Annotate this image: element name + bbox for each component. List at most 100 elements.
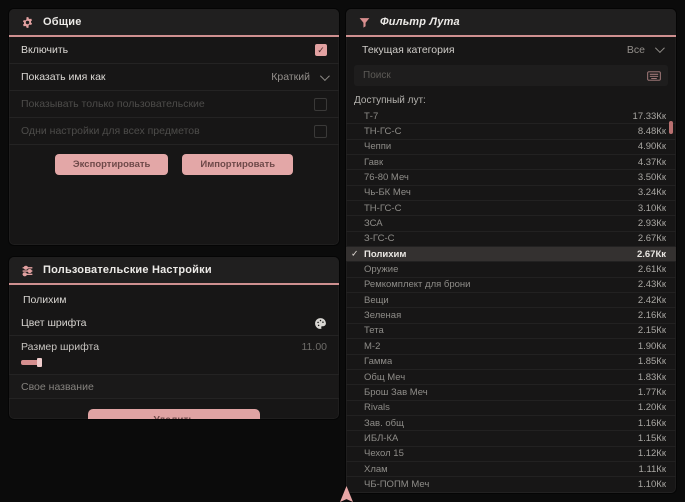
same-settings-checkbox[interactable] xyxy=(314,124,327,138)
loot-list-item[interactable]: Гамма 1.85Кк xyxy=(346,355,676,370)
name-mode-select[interactable]: Краткий xyxy=(271,70,330,83)
loot-item-name: Вещи xyxy=(364,294,389,306)
loot-item-value: 2.93Кк xyxy=(637,218,666,230)
import-button[interactable]: Импортировать xyxy=(182,154,294,175)
loot-list: Т-7 17.33Кк ТН-ГС-С 8.48Кк Чеппи 4.90Кк Гавк 4.… xyxy=(346,109,676,493)
loot-item-value: 3.50Кк xyxy=(637,172,666,184)
loot-list-item[interactable]: Чеппи 4.90Кк xyxy=(346,140,676,156)
search-input[interactable] xyxy=(361,69,641,82)
loot-list-item[interactable]: Брош Зав Меч 1.77Кк xyxy=(346,385,676,401)
loot-list-item[interactable]: Оружие 2.61Кк xyxy=(346,262,676,278)
loot-list-item[interactable]: ИБЛ-КА 1.15Кк xyxy=(346,431,676,447)
loot-list-item[interactable]: ЗСА 2.93Кк xyxy=(346,216,676,232)
delete-row: Удалить xyxy=(9,399,339,419)
loot-list-item[interactable]: М-2 1.90Кк xyxy=(346,339,676,355)
export-button[interactable]: Экспортировать xyxy=(54,154,169,175)
loot-item-value: 1.85Кк xyxy=(637,356,666,368)
loot-item-name: Чеппи xyxy=(364,141,392,153)
loot-item-name: Оружие xyxy=(364,264,399,276)
loot-item-name: Т-7 xyxy=(364,110,379,122)
loot-item-name: З-ГС-С xyxy=(364,233,395,245)
loot-item-value: 2.16Кк xyxy=(637,310,666,322)
loot-item-value: 2.61Кк xyxy=(637,264,666,276)
only-custom-checkbox[interactable] xyxy=(314,97,327,111)
loot-list-item[interactable]: Т-7 17.33Кк xyxy=(346,109,676,125)
loot-item-name: Гавк xyxy=(364,156,384,168)
loot-item-name: М-2 xyxy=(364,340,381,352)
loot-list-item[interactable]: Зеленая 2.16Кк xyxy=(346,308,676,324)
loot-item-value: 1.77Кк xyxy=(637,386,666,398)
loot-item-name: ТН-ГС-С xyxy=(364,126,402,138)
loot-item-name: Хлам xyxy=(364,463,388,475)
delete-button[interactable]: Удалить xyxy=(88,409,260,419)
setting-row-same-settings: Одни настройки для всех предметов xyxy=(9,118,339,145)
general-panel-header: Общие xyxy=(9,9,339,37)
slider-handle[interactable] xyxy=(37,358,42,367)
loot-item-value: 3.10Кк xyxy=(637,202,666,214)
loot-list-item[interactable]: З-ГС-С 2.67Кк xyxy=(346,232,676,248)
loot-item-value: 4.37Кк xyxy=(637,156,666,168)
loot-list-item[interactable]: ТН-ГС-С 3.10Кк xyxy=(346,201,676,217)
scrollbar-thumb[interactable] xyxy=(669,121,673,134)
loot-item-name: Чь-БК Меч xyxy=(364,187,411,199)
keyboard-icon[interactable] xyxy=(647,70,661,81)
loot-item-name: Зав. общ xyxy=(364,417,404,429)
custom-panel-header: Пользовательские Настройки xyxy=(9,257,339,285)
loot-list-item[interactable]: ЧБ-ПОПМ Меч 1.10Кк xyxy=(346,477,676,493)
chevron-down-icon xyxy=(654,43,665,54)
font-size-row: Размер шрифта 11.00 xyxy=(9,336,339,375)
loot-list-item[interactable]: ТН-ГС-С 8.48Кк xyxy=(346,124,676,140)
loot-list-item[interactable]: Тета 2.15Кк xyxy=(346,324,676,340)
setting-row-only-custom: Показывать только пользовательские xyxy=(9,91,339,118)
setting-row-name-mode: Показать имя как Краткий xyxy=(9,64,339,91)
filter-panel-title: Фильтр Лута xyxy=(380,16,460,28)
search-box xyxy=(354,65,668,86)
only-custom-label: Показывать только пользовательские xyxy=(21,98,205,110)
loot-list-item[interactable]: Общ Меч 1.83Кк xyxy=(346,370,676,386)
loot-item-name: Тета xyxy=(364,325,384,337)
loot-item-name: Чехол 15 xyxy=(364,448,404,460)
loot-item-value: 1.12Кк xyxy=(637,448,666,460)
loot-item-name: Ремкомплект для брони xyxy=(364,279,471,291)
loot-item-name: Rivals xyxy=(364,402,390,414)
category-select[interactable]: Все xyxy=(626,43,665,56)
loot-list-item[interactable]: Чь-БК Меч 3.24Кк xyxy=(346,186,676,202)
loot-item-name: ЗСА xyxy=(364,218,383,230)
category-label: Текущая категория xyxy=(362,43,455,56)
loot-item-name: Полихим xyxy=(364,248,407,260)
loot-item-name: ТН-ГС-С xyxy=(364,202,402,214)
font-color-label: Цвет шрифта xyxy=(21,317,87,329)
loot-list-item[interactable]: Хлам 1.11Кк xyxy=(346,462,676,478)
loot-item-value: 1.83Кк xyxy=(637,371,666,383)
loot-item-value: 1.11Кк xyxy=(638,463,666,475)
loot-item-name: ИБЛ-КА xyxy=(364,432,399,444)
loot-item-value: 2.67Кк xyxy=(637,233,666,245)
custom-settings-panel: Пользовательские Настройки Полихим Цвет … xyxy=(8,256,340,420)
loot-list-item[interactable]: Чехол 15 1.12Кк xyxy=(346,447,676,462)
loot-item-value: 2.42Кк xyxy=(637,294,666,306)
loot-list-item[interactable]: Зав. общ 1.16Кк xyxy=(346,416,676,432)
loot-list-item[interactable]: Rivals 1.20Кк xyxy=(346,401,676,416)
loot-list-item[interactable]: Гавк 4.37Кк xyxy=(346,155,676,171)
font-size-slider[interactable] xyxy=(21,358,327,367)
loot-filter-panel: Фильтр Лута Текущая категория Все Доступ… xyxy=(345,8,677,494)
font-color-row[interactable]: Цвет шрифта xyxy=(9,311,339,336)
category-value: Все xyxy=(626,43,645,56)
loot-item-value: 8.48Кк xyxy=(637,126,666,138)
enable-checkbox[interactable]: ✓ xyxy=(315,44,327,56)
loot-list-item[interactable]: Вещи 2.42Кк xyxy=(346,293,676,309)
general-panel-title: Общие xyxy=(43,16,82,28)
loot-list-item[interactable]: Ремкомплект для брони 2.43Кк xyxy=(346,278,676,294)
loot-list-item[interactable]: ✓ Полихим 2.67Кк xyxy=(346,247,676,263)
custom-name-input[interactable] xyxy=(9,375,339,399)
selected-item-name: Полихим xyxy=(23,294,67,306)
export-import-row: Экспортировать Импортировать xyxy=(9,145,339,184)
loot-item-value: 4.90Кк xyxy=(637,141,666,153)
chevron-down-icon xyxy=(319,70,330,81)
enable-label: Включить xyxy=(21,44,69,56)
check-icon: ✓ xyxy=(351,248,359,259)
name-mode-label: Показать имя как xyxy=(21,71,106,83)
loot-list-item[interactable]: 76-80 Меч 3.50Кк xyxy=(346,170,676,186)
loot-item-value: 2.43Кк xyxy=(637,279,666,291)
loot-item-value: 2.15Кк xyxy=(637,325,666,337)
